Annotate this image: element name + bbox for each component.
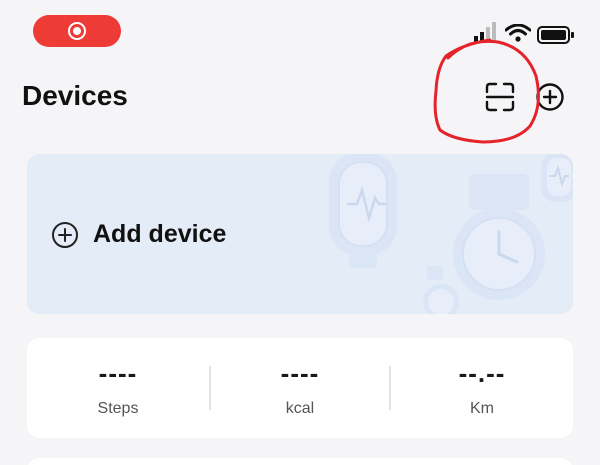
- watch-illustration: [329, 154, 573, 314]
- screen-recording-indicator[interactable]: [33, 15, 121, 47]
- stat-value: ----: [280, 358, 320, 388]
- scan-icon[interactable]: [483, 80, 517, 114]
- signal-icon: [474, 22, 496, 42]
- add-device-label: Add device: [93, 220, 227, 248]
- stat-km: --.-- Km: [391, 358, 573, 418]
- record-icon: [68, 22, 86, 40]
- page-title: Devices: [22, 80, 128, 111]
- stat-label: kcal: [285, 400, 315, 417]
- plus-circle-icon[interactable]: [535, 82, 565, 112]
- stat-label: Steps: [97, 400, 139, 417]
- next-card: [27, 458, 573, 465]
- status-bar: [0, 0, 600, 60]
- add-device-card[interactable]: Add device: [27, 154, 573, 314]
- stat-value: --.--: [458, 358, 506, 388]
- plus-circle-icon: [52, 221, 78, 248]
- stats-card: ---- Steps ---- kcal --.-- Km: [27, 338, 573, 438]
- stat-steps: ---- Steps: [27, 358, 209, 418]
- wifi-icon: [505, 24, 531, 42]
- stat-label: Km: [470, 400, 494, 417]
- header: Devices: [0, 70, 600, 126]
- battery-icon: [537, 26, 574, 44]
- add-device-row[interactable]: Add device: [51, 220, 226, 249]
- stat-value: ----: [98, 358, 138, 388]
- stat-kcal: ---- kcal: [209, 358, 391, 418]
